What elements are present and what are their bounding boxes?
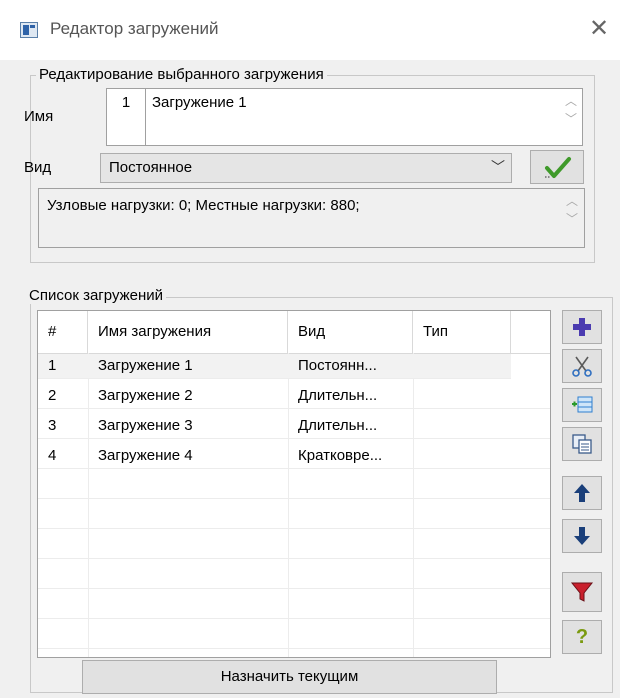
apply-button[interactable]	[530, 150, 584, 184]
scroll-down-icon[interactable]: ﹀	[562, 210, 582, 228]
info-textarea[interactable]: Узловые нагрузки: 0; Местные нагрузки: 8…	[38, 188, 585, 248]
info-text: Узловые нагрузки: 0; Местные нагрузки: 8…	[47, 197, 360, 214]
row-kind: Постоянн...	[298, 357, 377, 374]
row-kind: Длительн...	[298, 417, 378, 434]
loads-table[interactable]: # Имя загружения Вид Тип 1 Загружение 1 …	[37, 310, 551, 658]
row-kind: Кратковре...	[298, 447, 383, 464]
close-button[interactable]: ✕	[584, 14, 614, 44]
checkmark-icon	[545, 157, 571, 178]
table-row[interactable]: 3 Загружение 3 Длительн...	[38, 414, 550, 439]
row-name: Загружение 2	[98, 387, 193, 404]
copy-button[interactable]	[562, 427, 602, 461]
table-row[interactable]: 4 Загружение 4 Кратковре...	[38, 444, 550, 469]
help-icon: ?	[575, 625, 589, 648]
empty-row	[38, 564, 550, 589]
filter-button[interactable]	[562, 572, 602, 612]
name-input[interactable]: Загружение 1	[146, 88, 583, 146]
window-title: Редактор загружений	[50, 19, 219, 38]
name-number: 1	[106, 88, 146, 146]
row-kind: Длительн...	[298, 387, 378, 404]
table-row[interactable]: 1 Загружение 1 Постоянн...	[38, 354, 511, 379]
empty-row	[38, 624, 550, 649]
scroll-up-icon[interactable]: ︿	[562, 192, 582, 210]
edit-group-legend: Редактирование выбранного загружения	[36, 66, 327, 83]
empty-row	[38, 504, 550, 529]
column-header[interactable]: Имя загружения	[88, 311, 288, 353]
name-label: Имя	[24, 108, 54, 125]
row-number: 2	[48, 387, 57, 404]
row-name: Загружение 4	[98, 447, 193, 464]
scissors-icon	[572, 356, 592, 377]
table-row[interactable]: 2 Загружение 2 Длительн...	[38, 384, 550, 409]
assign-current-button[interactable]: Назначить текущим	[82, 660, 497, 694]
add-icon	[573, 318, 591, 336]
row-type	[413, 444, 511, 468]
type-select-value: Постоянное	[109, 159, 193, 176]
empty-row	[38, 534, 550, 559]
arrow-up-icon	[574, 484, 590, 502]
delete-button[interactable]	[562, 349, 602, 383]
app-icon	[20, 22, 38, 38]
insert-table-icon	[572, 396, 593, 413]
type-label: Вид	[24, 159, 52, 176]
chevron-down-icon[interactable]: ﹀	[491, 157, 505, 177]
table-header: # Имя загружения Вид Тип	[38, 311, 550, 354]
list-group-legend: Список загружений	[26, 287, 167, 304]
scroll-down-icon[interactable]: ﹀	[561, 110, 581, 128]
row-name: Загружение 3	[98, 417, 193, 434]
row-type	[413, 354, 511, 378]
row-number: 4	[48, 447, 57, 464]
arrow-down-icon	[574, 527, 590, 545]
move-up-button[interactable]	[562, 476, 602, 510]
filter-icon	[570, 582, 594, 602]
move-down-button[interactable]	[562, 519, 602, 553]
empty-row	[38, 474, 550, 499]
row-number: 3	[48, 417, 57, 434]
scroll-up-icon[interactable]: ︿	[561, 92, 581, 110]
type-select[interactable]: Постоянное ﹀	[100, 153, 512, 183]
name-scroll[interactable]: ︿ ﹀	[561, 92, 581, 128]
info-scroll[interactable]: ︿ ﹀	[562, 192, 582, 228]
name-value: Загружение 1	[152, 94, 247, 111]
copy-icon	[572, 434, 592, 454]
help-button[interactable]: ?	[562, 620, 602, 654]
column-header[interactable]: Вид	[288, 311, 413, 353]
row-name: Загружение 1	[98, 357, 193, 374]
row-type	[413, 414, 511, 438]
column-header[interactable]: Тип	[413, 311, 511, 353]
add-button[interactable]	[562, 310, 602, 344]
insert-button[interactable]	[562, 388, 602, 422]
column-header[interactable]: #	[38, 311, 88, 353]
row-type	[413, 384, 511, 408]
empty-row	[38, 594, 550, 619]
row-number: 1	[48, 357, 57, 374]
